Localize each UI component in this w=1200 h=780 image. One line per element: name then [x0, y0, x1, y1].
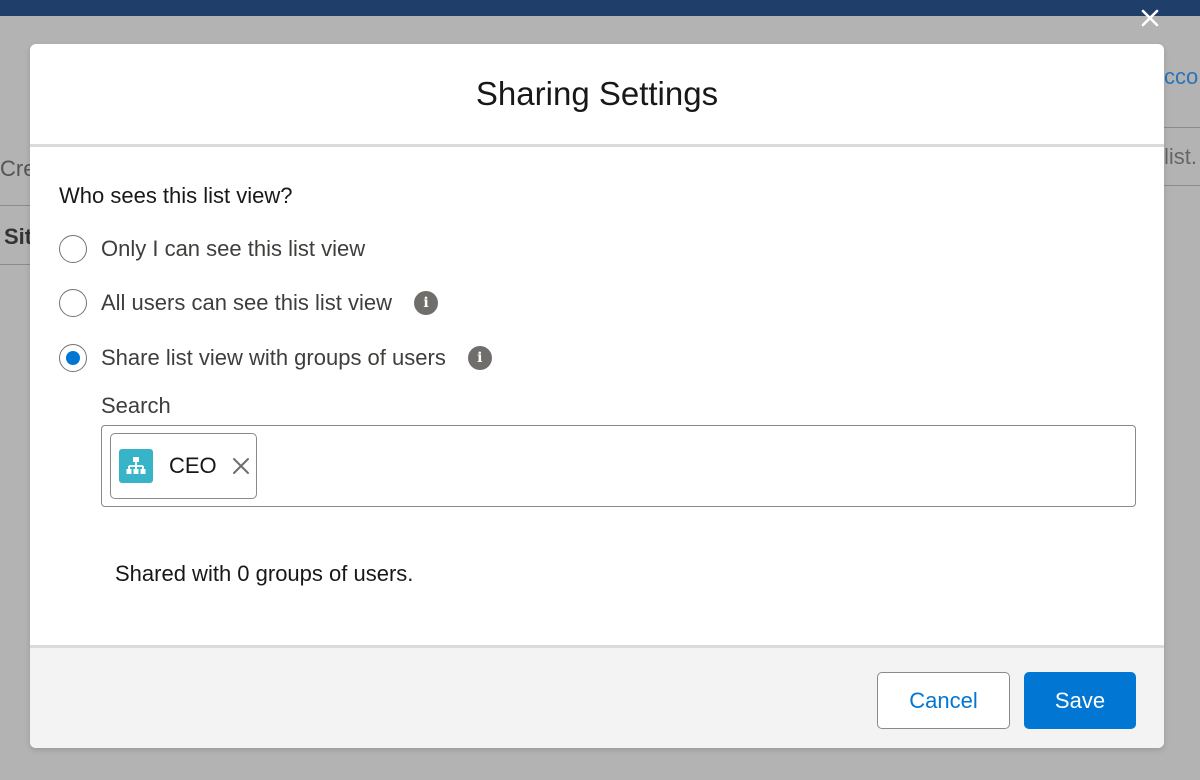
modal-header: Sharing Settings: [30, 44, 1164, 147]
save-button[interactable]: Save: [1024, 672, 1136, 729]
close-icon: [232, 458, 249, 474]
radio-all-users[interactable]: All users can see this list view i: [59, 289, 438, 317]
background-account-text: cco: [1164, 64, 1199, 89]
search-label: Search: [101, 393, 171, 418]
radio-button-selected[interactable]: [59, 344, 87, 372]
radio-button[interactable]: [59, 235, 87, 263]
shared-summary: Shared with 0 groups of users.: [115, 561, 414, 586]
modal-body: Who sees this list view? Only I can see …: [30, 147, 1164, 645]
background-divider: [1164, 127, 1200, 128]
pill-label: CEO: [169, 453, 217, 478]
radio-button[interactable]: [59, 289, 87, 317]
radio-share-groups[interactable]: Share list view with groups of users i: [59, 344, 492, 372]
search-input[interactable]: CEO: [101, 425, 1136, 507]
info-icon[interactable]: i: [414, 291, 438, 315]
close-modal-button[interactable]: [1136, 4, 1164, 32]
background-list-text: list.: [1164, 144, 1197, 169]
hierarchy-icon: [119, 449, 153, 483]
modal-title: Sharing Settings: [475, 75, 719, 112]
cancel-button[interactable]: Cancel: [877, 672, 1010, 729]
selected-group-pill[interactable]: CEO: [110, 433, 257, 499]
modal-footer: Cancel Save: [30, 645, 1164, 748]
remove-pill-button[interactable]: [229, 454, 253, 478]
sharing-settings-modal: Sharing Settings Who sees this list view…: [30, 44, 1164, 748]
radio-only-me[interactable]: Only I can see this list view: [59, 235, 365, 263]
background-divider: [0, 205, 30, 206]
background-si-text: Sit: [4, 224, 33, 249]
app-header-banner: [0, 0, 1200, 16]
radio-label: All users can see this list view: [101, 290, 392, 315]
background-divider: [1164, 185, 1200, 186]
visibility-question: Who sees this list view?: [59, 183, 293, 208]
close-icon: [1141, 9, 1159, 27]
background-divider: [0, 264, 30, 265]
info-icon[interactable]: i: [467, 346, 492, 370]
radio-label: Share list view with groups of users: [101, 345, 446, 370]
radio-label: Only I can see this list view: [101, 236, 366, 261]
